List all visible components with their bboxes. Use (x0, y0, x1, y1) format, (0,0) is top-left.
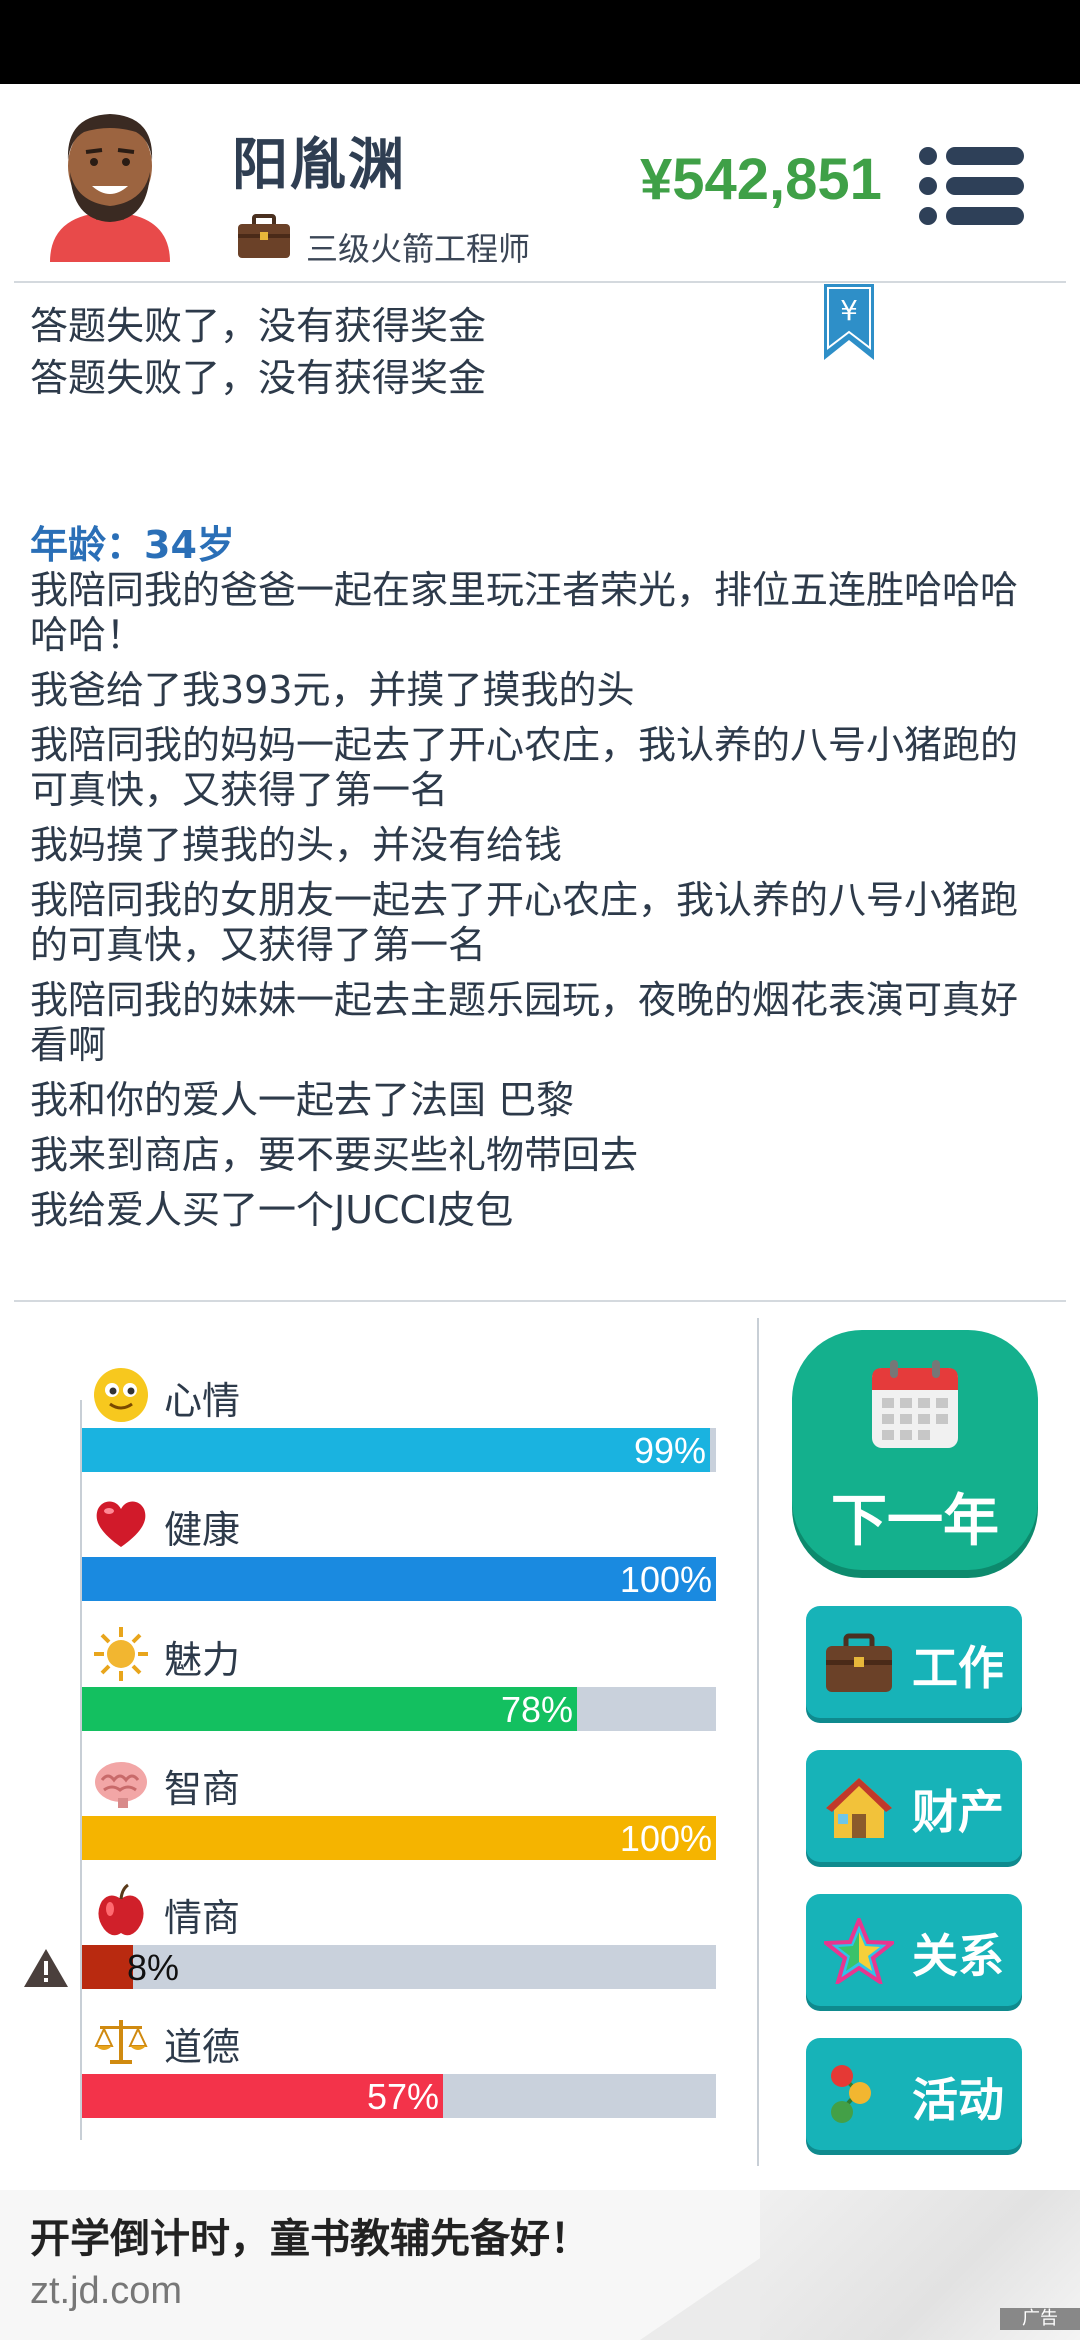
log-line: 答题失败了，没有获得奖金 (30, 304, 487, 348)
player-name: 阳胤渊 (232, 133, 406, 198)
stat-bar: 99% (82, 1428, 716, 1472)
stat-mood: 心情 99% (0, 1362, 760, 1492)
ad-title[interactable]: 开学倒计时，童书教辅先备好！ (30, 2206, 590, 2264)
stat-label: 道德 (164, 2025, 241, 2069)
calendar-icon (872, 1360, 958, 1448)
ad-url[interactable]: zt.jd.com (30, 2270, 182, 2313)
yuan-bookmark-icon[interactable]: ¥ (822, 284, 876, 362)
stat-label: 情商 (164, 1896, 241, 1940)
story-item: 我给爱人买了一个JUCCI皮包 (30, 1188, 514, 1232)
avatar[interactable] (40, 102, 180, 262)
log-line: 答题失败了，没有获得奖金 (30, 356, 487, 400)
stat-eq: 情商 8% (0, 1879, 760, 2009)
apple-icon (98, 1883, 144, 1936)
menu-button[interactable] (918, 142, 1026, 230)
star-icon (824, 1918, 894, 1984)
property-button[interactable]: 财产 (806, 1750, 1022, 1862)
job-title: 三级火箭工程师 (306, 230, 531, 268)
story-item: 我陪同我的女朋友一起去了开心农庄，我认养的八号小猪跑的可真快，又获得了第一名 (30, 878, 1019, 967)
scales-icon (94, 2020, 148, 2064)
stat-percent: 100% (619, 1559, 712, 1600)
ad-banner[interactable]: 开学倒计时，童书教辅先备好！ zt.jd.com 广告 (0, 2190, 1080, 2340)
activities-label: 活动 (912, 2073, 1004, 2127)
money-balance: ¥542,851 (640, 147, 882, 212)
story-item: 我和你的爱人一起去了法国 巴黎 (30, 1078, 575, 1122)
stat-morality: 道德 57% (0, 2008, 760, 2138)
heart-icon (96, 1501, 146, 1547)
stat-percent: 100% (619, 1818, 712, 1859)
house-icon (826, 1778, 892, 1838)
status-bar (0, 0, 1080, 84)
stat-percent: 57% (366, 2076, 439, 2117)
relations-button[interactable]: 关系 (806, 1894, 1022, 2006)
stat-bar-fill (82, 1428, 710, 1472)
svg-text:¥: ¥ (840, 294, 858, 327)
stat-label: 智商 (164, 1767, 241, 1811)
stat-percent: 99% (633, 1430, 706, 1471)
briefcase-icon (238, 214, 290, 258)
story-item: 我爸给了我393元，并摸了摸我的头 (30, 668, 635, 712)
player-header: 阳胤渊 三级火箭工程师 ¥542,851 (0, 84, 1080, 282)
stat-percent: 8% (127, 1947, 180, 1988)
stat-iq: 智商 100% (0, 1750, 760, 1880)
stat-percent: 78% (500, 1689, 573, 1730)
brain-icon (95, 1762, 147, 1808)
work-label: 工作 (912, 1641, 1004, 1695)
stat-label: 魅力 (164, 1638, 241, 1682)
next-year-label: 下一年 (831, 1489, 999, 1554)
stat-bar: 100% (82, 1557, 716, 1601)
story-item: 我陪同我的妈妈一起去了开心农庄，我认养的八号小猪跑的可真快，又获得了第一名 (30, 723, 1019, 812)
stat-bar: 8% (82, 1945, 716, 1989)
story-log: 我陪同我的爸爸一起在家里玩汪者荣光，排位五连胜哈哈哈哈哈！ 我爸给了我393元，… (30, 568, 1040, 1243)
warning-icon (24, 1949, 68, 1987)
stat-label: 心情 (164, 1379, 241, 1423)
ad-label: 广告 (1000, 2308, 1080, 2330)
stat-bar: 78% (82, 1687, 716, 1731)
briefcase-icon (826, 1633, 892, 1692)
divider (14, 281, 1066, 283)
stat-label: 健康 (164, 1508, 241, 1552)
stat-health: 健康 100% (0, 1491, 760, 1621)
stat-bar: 100% (82, 1816, 716, 1860)
relations-label: 关系 (912, 1929, 1004, 1983)
ad-tag-text: 广告 (1022, 2308, 1058, 2329)
story-item: 我来到商店，要不要买些礼物带回去 (30, 1133, 639, 1177)
story-item: 我陪同我的妹妹一起去主题乐园玩，夜晚的烟花表演可真好看啊 (30, 978, 1019, 1067)
event-log: 答题失败了，没有获得奖金 答题失败了，没有获得奖金 (30, 300, 790, 404)
age-label: 年龄：34岁 (30, 523, 235, 567)
story-item: 我妈摸了摸我的头，并没有给钱 (30, 823, 563, 867)
property-label: 财产 (912, 1785, 1004, 1839)
work-button[interactable]: 工作 (806, 1606, 1022, 1718)
stat-bar-fill (82, 1945, 133, 1989)
activities-button[interactable]: 活动 (806, 2038, 1022, 2150)
activities-icon (831, 2065, 871, 2123)
smiley-icon (94, 1368, 148, 1422)
next-year-button[interactable]: 下一年 (792, 1330, 1038, 1570)
divider (14, 1300, 1066, 1302)
stat-charm: 魅力 78% (0, 1621, 760, 1751)
stat-bar: 57% (82, 2074, 716, 2118)
sun-icon (94, 1627, 148, 1681)
story-item: 我陪同我的爸爸一起在家里玩汪者荣光，排位五连胜哈哈哈哈哈！ (30, 568, 1019, 657)
